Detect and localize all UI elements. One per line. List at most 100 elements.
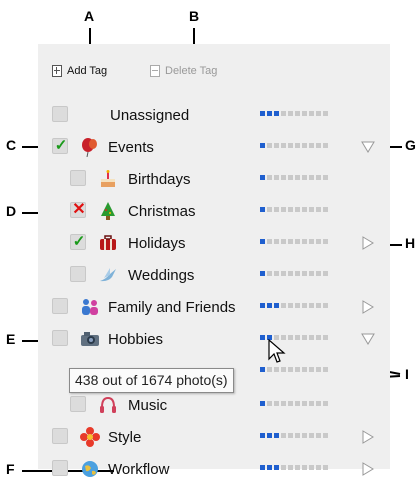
collapse-triangle-icon[interactable] xyxy=(360,139,376,155)
christmas-tree-icon xyxy=(101,202,115,220)
tag-checkbox[interactable] xyxy=(70,396,86,412)
meter-segment xyxy=(309,239,314,244)
meter-segment xyxy=(288,207,293,212)
usage-meter xyxy=(260,143,328,148)
meter-segment xyxy=(295,271,300,276)
meter-segment xyxy=(323,401,328,406)
meter-segment xyxy=(260,111,265,116)
tag-checkbox[interactable] xyxy=(52,460,68,476)
meter-segment xyxy=(302,175,307,180)
meter-segment xyxy=(281,175,286,180)
meter-segment xyxy=(260,303,265,308)
tag-checkbox[interactable] xyxy=(70,170,86,186)
meter-segment xyxy=(302,433,307,438)
expand-triangle-icon[interactable] xyxy=(360,299,376,315)
add-tag-icon xyxy=(52,65,62,77)
tag-row-unassigned[interactable]: Unassigned xyxy=(38,104,390,126)
meter-segment xyxy=(316,271,321,276)
delete-tag-label: Delete Tag xyxy=(165,65,218,77)
meter-segment xyxy=(323,111,328,116)
tag-row-workflow[interactable]: Workflow xyxy=(38,458,390,480)
meter-segment xyxy=(309,207,314,212)
meter-segment xyxy=(309,111,314,116)
meter-segment xyxy=(288,433,293,438)
meter-segment xyxy=(288,303,293,308)
meter-segment xyxy=(316,401,321,406)
tag-label: Holidays xyxy=(128,235,186,252)
collapse-triangle-icon[interactable] xyxy=(360,331,376,347)
meter-segment xyxy=(260,207,265,212)
meter-segment xyxy=(281,111,286,116)
delete-tag-button[interactable]: Delete Tag xyxy=(150,65,217,77)
meter-segment xyxy=(323,175,328,180)
meter-segment xyxy=(267,401,272,406)
meter-segment xyxy=(260,143,265,148)
tag-checkbox[interactable] xyxy=(52,330,68,346)
meter-segment xyxy=(288,465,293,470)
delete-tag-icon xyxy=(150,65,160,77)
tag-row-music[interactable]: Music xyxy=(38,394,390,416)
expand-triangle-icon[interactable] xyxy=(360,461,376,477)
meter-segment xyxy=(281,143,286,148)
tag-row-style[interactable]: Style xyxy=(38,426,390,448)
tag-checkbox[interactable]: ✓ xyxy=(52,137,68,154)
usage-meter xyxy=(260,271,328,276)
tag-checkbox[interactable]: ✕ xyxy=(70,201,86,218)
meter-segment xyxy=(309,465,314,470)
usage-meter xyxy=(260,401,328,406)
camera-icon xyxy=(81,332,99,346)
meter-segment xyxy=(309,401,314,406)
tag-row-holidays[interactable]: ✓ Holidays xyxy=(38,232,390,254)
meter-segment xyxy=(274,433,279,438)
tag-label: Birthdays xyxy=(128,171,191,188)
meter-segment xyxy=(323,367,328,372)
meter-segment xyxy=(267,143,272,148)
meter-segment xyxy=(274,303,279,308)
meter-segment xyxy=(316,367,321,372)
tag-row-weddings[interactable]: Weddings xyxy=(38,264,390,286)
tag-label: Hobbies xyxy=(108,331,164,348)
usage-meter xyxy=(260,433,328,438)
meter-segment xyxy=(309,271,314,276)
meter-segment xyxy=(302,143,307,148)
tag-checkbox[interactable] xyxy=(52,298,68,314)
tag-row-christmas[interactable]: ✕ Christmas xyxy=(38,200,390,222)
meter-segment xyxy=(302,335,307,340)
tag-checkbox[interactable]: ✓ xyxy=(70,233,86,250)
meter-segment xyxy=(309,433,314,438)
meter-segment xyxy=(274,271,279,276)
tag-row-events[interactable]: ✓ Events xyxy=(38,136,390,158)
usage-meter xyxy=(260,367,328,372)
usage-meter xyxy=(260,207,328,212)
meter-segment xyxy=(260,465,265,470)
meter-segment xyxy=(309,175,314,180)
usage-meter xyxy=(260,239,328,244)
meter-segment xyxy=(260,239,265,244)
expand-triangle-icon[interactable] xyxy=(360,429,376,445)
tag-row-hobbies[interactable]: Hobbies xyxy=(38,328,390,350)
meter-segment xyxy=(260,401,265,406)
meter-segment xyxy=(274,143,279,148)
meter-segment xyxy=(316,143,321,148)
meter-segment xyxy=(309,303,314,308)
meter-segment xyxy=(260,271,265,276)
expand-triangle-icon[interactable] xyxy=(360,235,376,251)
add-tag-button[interactable]: Add Tag xyxy=(52,65,107,77)
meter-segment xyxy=(267,239,272,244)
tag-label: Family and Friends xyxy=(108,299,236,316)
meter-segment xyxy=(295,401,300,406)
meter-segment xyxy=(316,175,321,180)
tag-checkbox[interactable] xyxy=(70,266,86,282)
flower-icon xyxy=(80,427,100,447)
meter-segment xyxy=(309,367,314,372)
tag-row-family-and-friends[interactable]: Family and Friends xyxy=(38,296,390,318)
meter-segment xyxy=(288,175,293,180)
meter-segment xyxy=(274,175,279,180)
tag-row-birthdays[interactable]: Birthdays xyxy=(38,168,390,190)
tag-checkbox[interactable] xyxy=(52,428,68,444)
meter-segment xyxy=(274,239,279,244)
meter-segment xyxy=(281,367,286,372)
tag-checkbox[interactable] xyxy=(52,106,68,122)
meter-segment xyxy=(316,335,321,340)
meter-segment xyxy=(295,143,300,148)
